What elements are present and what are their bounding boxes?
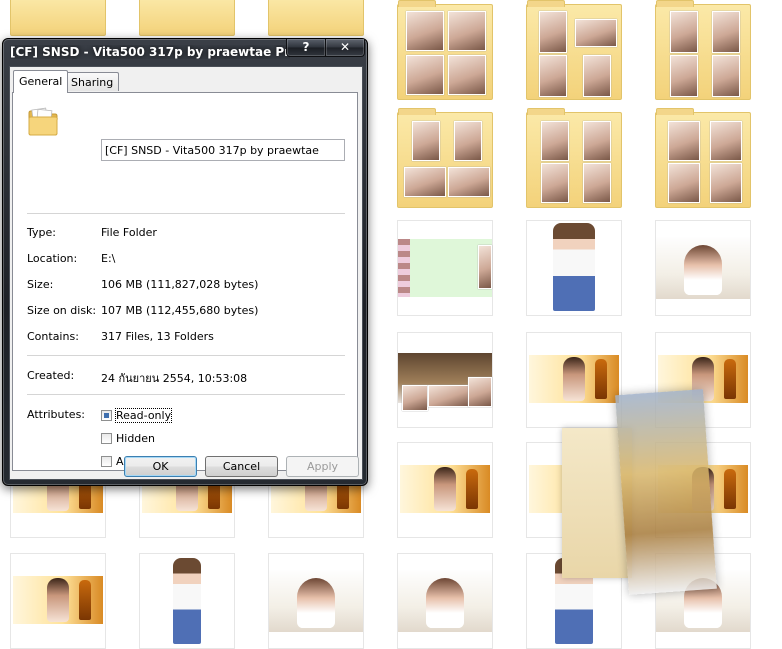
- image-thumbnail[interactable]: [655, 220, 751, 316]
- image-thumbnail[interactable]: [397, 442, 493, 538]
- folder-thumbnail[interactable]: [397, 108, 493, 208]
- image-thumbnail[interactable]: [397, 332, 493, 428]
- properties-dialog: [CF] SNSD - Vita500 317p by praewtae Pro…: [2, 38, 368, 486]
- image-thumbnail[interactable]: [397, 220, 493, 316]
- created-value: 24 กันยายน 2554, 10:53:08: [101, 372, 248, 385]
- folder-thumbnail[interactable]: [139, 0, 235, 36]
- folder-thumbnail[interactable]: [10, 0, 106, 36]
- readonly-label[interactable]: Read-only: [114, 408, 173, 423]
- location-label: Location:: [27, 252, 78, 265]
- created-label: Created:: [27, 369, 75, 382]
- folder-thumbnail[interactable]: [526, 0, 622, 100]
- image-thumbnail[interactable]: [268, 553, 364, 649]
- separator: [27, 394, 345, 396]
- contains-value: 317 Files, 13 Folders: [101, 330, 214, 343]
- checkbox-indeterminate-icon[interactable]: [101, 410, 112, 421]
- checkbox-icon[interactable]: [101, 433, 112, 444]
- attributes-label: Attributes:: [27, 408, 86, 421]
- image-thumbnail[interactable]: [397, 553, 493, 649]
- size-on-disk-label: Size on disk:: [27, 304, 97, 317]
- folder-name-field[interactable]: [101, 139, 345, 161]
- apply-button[interactable]: Apply: [286, 456, 359, 477]
- help-button[interactable]: ?: [286, 39, 326, 57]
- tab-general[interactable]: General: [13, 70, 69, 93]
- folder-thumbnail[interactable]: [268, 0, 364, 36]
- separator: [27, 213, 345, 215]
- folder-icon: [28, 107, 58, 136]
- dialog-client: General Sharing Type: File Folder Locati…: [9, 66, 363, 480]
- title-bar[interactable]: [CF] SNSD - Vita500 317p by praewtae Pro…: [3, 39, 367, 67]
- general-panel: Type: File Folder Location: E:\ Size: 10…: [12, 92, 358, 471]
- folder-thumbnail[interactable]: [526, 108, 622, 208]
- separator: [27, 355, 345, 357]
- image-thumbnail[interactable]: [10, 553, 106, 649]
- ok-button[interactable]: OK: [124, 456, 197, 477]
- image-thumbnail[interactable]: [139, 553, 235, 649]
- checkbox-icon[interactable]: [101, 456, 112, 467]
- dialog-title: [CF] SNSD - Vita500 317p by praewtae Pro…: [10, 45, 290, 59]
- close-button[interactable]: ✕: [325, 39, 365, 57]
- folder-thumbnail[interactable]: [397, 0, 493, 100]
- folder-thumbnail[interactable]: [655, 0, 751, 100]
- location-value: E:\: [101, 252, 116, 265]
- image-thumbnail[interactable]: [526, 332, 622, 428]
- tab-sharing[interactable]: Sharing: [65, 72, 120, 91]
- folder-thumbnail[interactable]: [655, 108, 751, 208]
- help-icon: ?: [302, 40, 310, 54]
- size-label: Size:: [27, 278, 54, 291]
- preview-photo: [615, 389, 717, 595]
- contains-label: Contains:: [27, 330, 79, 343]
- size-value: 106 MB (111,827,028 bytes): [101, 278, 259, 291]
- image-thumbnail[interactable]: [526, 220, 622, 316]
- type-label: Type:: [27, 226, 56, 239]
- close-icon: ✕: [339, 40, 351, 54]
- size-on-disk-value: 107 MB (112,455,680 bytes): [101, 304, 259, 317]
- cancel-button[interactable]: Cancel: [205, 456, 278, 477]
- hidden-label[interactable]: Hidden: [116, 432, 155, 445]
- type-value: File Folder: [101, 226, 157, 239]
